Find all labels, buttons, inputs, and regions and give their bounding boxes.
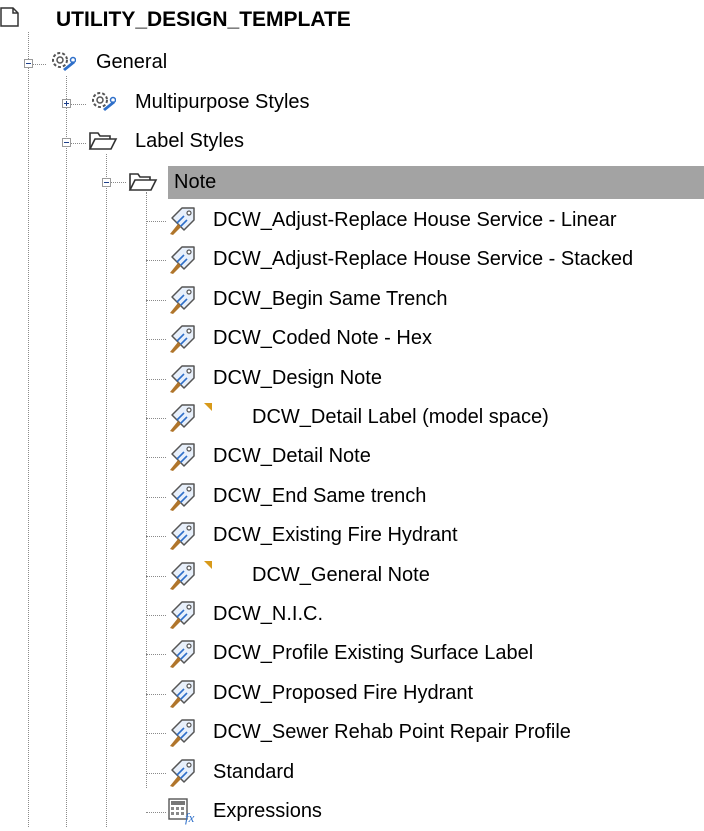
label-style-tag-icon xyxy=(168,600,200,635)
label-style-tag-icon xyxy=(168,561,200,596)
modified-flag-icon xyxy=(204,561,212,569)
tree-label-style-label: DCW_Existing Fire Hydrant xyxy=(213,524,458,546)
label-style-tag-icon xyxy=(168,206,200,241)
tree-row-label-style[interactable]: DCW_End Same trench xyxy=(0,480,704,516)
tree-label-style-label: DCW_Sewer Rehab Point Repair Profile xyxy=(213,721,571,743)
tree-label-style-label: DCW_Profile Existing Surface Label xyxy=(213,642,534,664)
tree-label-style-label: DCW_Coded Note - Hex xyxy=(213,327,432,349)
tree-label-style-label: DCW_Begin Same Trench xyxy=(213,288,448,310)
label-style-tag-icon xyxy=(168,442,200,477)
label-style-tag-icon xyxy=(168,482,200,517)
tree-label-style-label: DCW_General Note xyxy=(252,564,430,586)
svg-text:fx: fx xyxy=(185,810,195,825)
folder-open-icon xyxy=(128,171,158,198)
page-icon xyxy=(0,6,20,33)
tree-label-style-label: DCW_End Same trench xyxy=(213,485,427,507)
tree-row-multipurpose-styles[interactable]: Multipurpose Styles xyxy=(0,86,704,122)
tree-label-style-label: DCW_Adjust-Replace House Service - Stack… xyxy=(213,248,634,270)
tree-row-label-style[interactable]: DCW_Coded Note - Hex xyxy=(0,322,704,358)
label-style-tag-icon xyxy=(168,403,200,438)
tree-row-label-style[interactable]: DCW_N.I.C. xyxy=(0,598,704,634)
tree-label-style-label: DCW_Detail Note xyxy=(213,445,371,467)
tree-row-general[interactable]: General xyxy=(0,46,704,82)
folder-open-icon xyxy=(88,130,118,157)
tree-row-label-styles[interactable]: Label Styles xyxy=(0,125,704,161)
tree-row-label-style[interactable]: DCW_Adjust-Replace House Service - Stack… xyxy=(0,243,704,279)
tree-row-label-style[interactable]: DCW_Design Note xyxy=(0,362,704,398)
tree-row-note[interactable]: Note xyxy=(0,166,704,202)
tree-general-label: General xyxy=(96,51,168,73)
tree-note-label: Note xyxy=(168,166,704,199)
expressions-icon: fx xyxy=(168,797,204,830)
collapse-toggle[interactable] xyxy=(62,138,71,147)
tree-row-label-style[interactable]: DCW_Detail Label (model space) xyxy=(0,401,704,437)
label-style-tag-icon xyxy=(168,324,200,359)
collapse-toggle[interactable] xyxy=(24,59,33,68)
tree-row-expressions[interactable]: fx Expressions xyxy=(0,795,704,831)
tree-row-label-style[interactable]: DCW_Existing Fire Hydrant xyxy=(0,519,704,555)
tree-row-label-style[interactable]: DCW_Adjust-Replace House Service - Linea… xyxy=(0,204,704,240)
tree-row-label-style[interactable]: DCW_Detail Note xyxy=(0,440,704,476)
label-style-tag-icon xyxy=(168,364,200,399)
label-style-tag-icon xyxy=(168,679,200,714)
collapse-toggle[interactable] xyxy=(102,178,111,187)
label-style-tag-icon xyxy=(168,245,200,280)
tree-row-label-style[interactable]: Standard xyxy=(0,756,704,792)
label-style-tag-icon xyxy=(168,285,200,320)
tree-row-label-style[interactable]: DCW_Proposed Fire Hydrant xyxy=(0,677,704,713)
label-style-tag-icon xyxy=(168,758,200,793)
tree-row-label-style[interactable]: DCW_Begin Same Trench xyxy=(0,283,704,319)
tree-row-label-style[interactable]: DCW_General Note xyxy=(0,559,704,595)
label-style-tag-icon xyxy=(168,521,200,556)
label-style-tag-icon xyxy=(168,639,200,674)
modified-flag-icon xyxy=(204,403,212,411)
gear-wrench-icon xyxy=(48,49,77,80)
tree-label-style-label: DCW_N.I.C. xyxy=(213,603,323,625)
tree-root-label: UTILITY_DESIGN_TEMPLATE xyxy=(56,8,351,31)
tree-label-style-label: DCW_Design Note xyxy=(213,367,382,389)
tree-row-label-style[interactable]: DCW_Profile Existing Surface Label xyxy=(0,637,704,673)
tree-label-styles-label: Label Styles xyxy=(135,130,244,152)
tree-label-style-label: DCW_Detail Label (model space) xyxy=(252,406,549,428)
tree-row-label-style[interactable]: DCW_Sewer Rehab Point Repair Profile xyxy=(0,716,704,752)
expand-toggle[interactable] xyxy=(62,99,71,108)
label-style-tag-icon xyxy=(168,718,200,753)
tree-label-style-label: DCW_Proposed Fire Hydrant xyxy=(213,682,474,704)
tree-label-style-label: Standard xyxy=(213,761,295,783)
tree-multipurpose-label: Multipurpose Styles xyxy=(135,91,310,113)
gear-wrench-icon xyxy=(88,89,117,120)
tree-expressions-label: Expressions xyxy=(213,800,322,822)
tree-label-style-label: DCW_Adjust-Replace House Service - Linea… xyxy=(213,209,617,231)
tree-row-root[interactable]: UTILITY_DESIGN_TEMPLATE xyxy=(0,4,704,40)
